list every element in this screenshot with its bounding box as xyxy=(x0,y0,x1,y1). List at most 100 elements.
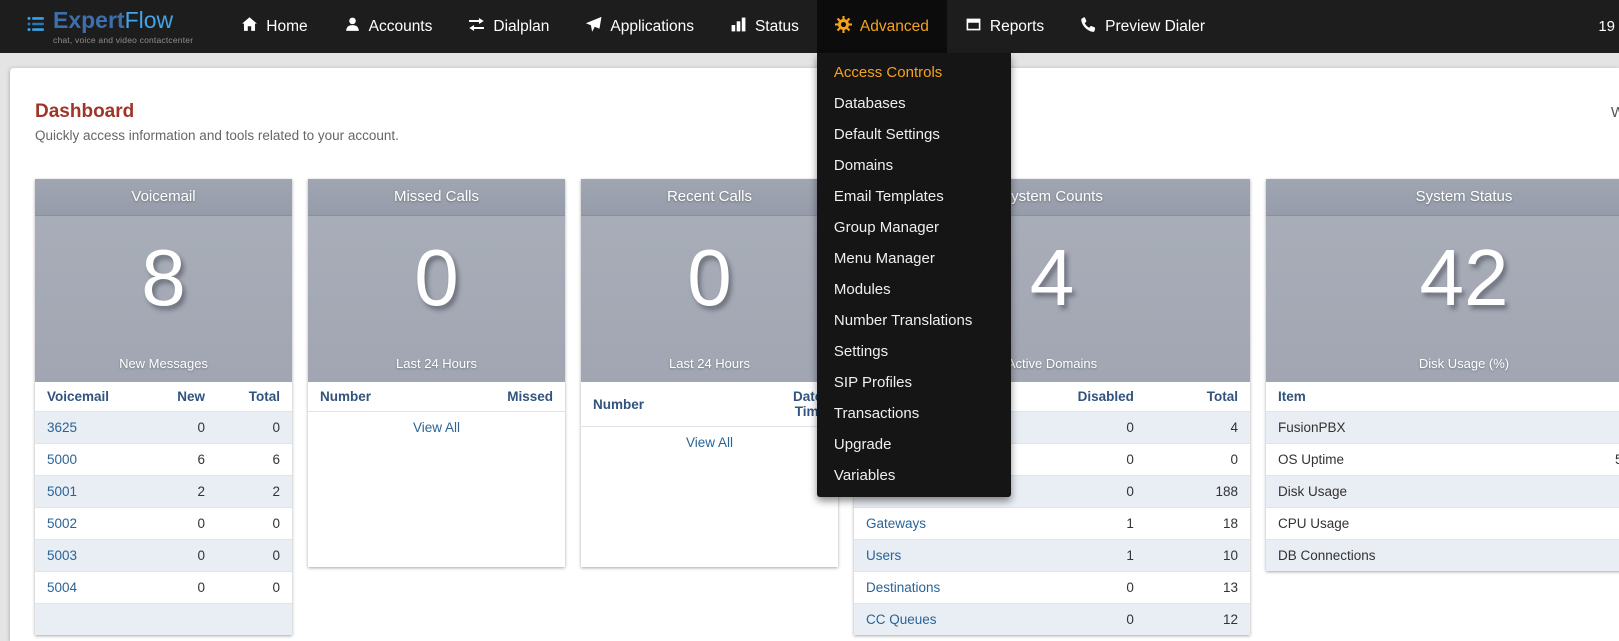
metric-value: 8 xyxy=(35,216,292,318)
table-cell: 0 xyxy=(217,508,292,540)
nav-reports[interactable]: Reports xyxy=(947,0,1062,53)
nav-home[interactable]: Home xyxy=(223,0,325,53)
dropdown-item-databases[interactable]: Databases xyxy=(817,88,1011,119)
table-row: FusionPBX xyxy=(1266,412,1619,444)
column-header: Number xyxy=(308,382,454,412)
dropdown-item-email-templates[interactable]: Email Templates xyxy=(817,181,1011,212)
metric-hero: 0 Last 24 Hours xyxy=(308,216,565,382)
card-system-status: System Status 42 Disk Usage (%) ItemFusi… xyxy=(1266,179,1619,571)
table-header-row: NumberDate/ Time xyxy=(581,382,838,427)
table-row: 500122 xyxy=(35,476,292,508)
card-recent-calls: Recent Calls 0 Last 24 Hours NumberDate/… xyxy=(581,179,838,567)
user-icon xyxy=(344,16,361,38)
card-title: Recent Calls xyxy=(581,179,838,216)
dropdown-item-default-settings[interactable]: Default Settings xyxy=(817,119,1011,150)
table-cell: 0 xyxy=(217,572,292,604)
metric-value: 42 xyxy=(1266,216,1619,318)
table-row: CPU Usage xyxy=(1266,508,1619,540)
table-cell: View All xyxy=(308,412,565,444)
metric-caption: Last 24 Hours xyxy=(581,356,838,371)
table-cell: 0 xyxy=(217,412,292,444)
nav-status[interactable]: Status xyxy=(712,0,817,53)
view-all-link[interactable]: View All xyxy=(413,420,460,435)
nav-label: Preview Dialer xyxy=(1105,18,1205,36)
table-link-3625[interactable]: 3625 xyxy=(47,420,77,435)
table-cell: 10 xyxy=(1146,540,1250,572)
dropdown-item-menu-manager[interactable]: Menu Manager xyxy=(817,243,1011,274)
nav-advanced[interactable]: Advanced Access ControlsDatabasesDefault… xyxy=(817,0,947,53)
table-cell xyxy=(1603,540,1619,572)
table-cell xyxy=(217,604,292,636)
dropdown-item-domains[interactable]: Domains xyxy=(817,150,1011,181)
table-header-row: VoicemailNewTotal xyxy=(35,382,292,412)
nav-label: Accounts xyxy=(369,18,433,36)
column-header: Missed xyxy=(454,382,565,412)
recent-calls-table: NumberDate/ Time View All xyxy=(581,382,838,458)
dropdown-item-variables[interactable]: Variables xyxy=(817,460,1011,491)
table-link-5002[interactable]: 5002 xyxy=(47,516,77,531)
table-link-5000[interactable]: 5000 xyxy=(47,452,77,467)
paper-plane-icon xyxy=(585,16,602,38)
table-cell: 0 xyxy=(217,540,292,572)
table-row: Destinations013 xyxy=(854,572,1250,604)
table-link-5004[interactable]: 5004 xyxy=(47,580,77,595)
view-all-row: View All xyxy=(581,427,838,459)
view-all-link[interactable]: View All xyxy=(686,435,733,450)
dropdown-item-upgrade[interactable]: Upgrade xyxy=(817,429,1011,460)
metric-caption: Last 24 Hours xyxy=(308,356,565,371)
nav-accounts[interactable]: Accounts xyxy=(326,0,451,53)
table-cell: 3625 xyxy=(35,412,146,444)
nav-label: Status xyxy=(755,18,799,36)
table-link-users[interactable]: Users xyxy=(866,548,901,563)
metric-hero: 0 Last 24 Hours xyxy=(581,216,838,382)
nav-label: Applications xyxy=(610,18,694,36)
card-missed-calls: Missed Calls 0 Last 24 Hours NumberMisse… xyxy=(308,179,565,567)
metric-value: 0 xyxy=(308,216,565,318)
brand-logo[interactable]: ExpertFlow chat, voice and video contact… xyxy=(0,0,193,53)
dropdown-item-access-controls[interactable]: Access Controls xyxy=(817,57,1011,88)
column-header: Number xyxy=(581,382,755,427)
card-title: System Status xyxy=(1266,179,1619,216)
report-window-icon xyxy=(965,16,982,38)
dropdown-item-sip-profiles[interactable]: SIP Profiles xyxy=(817,367,1011,398)
table-cell: 0 xyxy=(1032,412,1146,444)
column-header: Voicemail xyxy=(35,382,146,412)
dropdown-item-modules[interactable]: Modules xyxy=(817,274,1011,305)
table-cell: 0 xyxy=(146,412,217,444)
nav-dialplan[interactable]: Dialplan xyxy=(450,0,567,53)
column-header: New xyxy=(146,382,217,412)
table-cell xyxy=(35,604,146,636)
column-header: Total xyxy=(1146,382,1250,412)
advanced-dropdown-menu: Access ControlsDatabasesDefault Settings… xyxy=(817,53,1011,497)
table-cell xyxy=(146,604,217,636)
table-cell: 0 xyxy=(146,540,217,572)
nav-applications[interactable]: Applications xyxy=(567,0,712,53)
brand-list-icon xyxy=(27,15,45,38)
dropdown-item-group-manager[interactable]: Group Manager xyxy=(817,212,1011,243)
table-link-5001[interactable]: 5001 xyxy=(47,484,77,499)
table-cell: 0 xyxy=(146,508,217,540)
dropdown-item-settings[interactable]: Settings xyxy=(817,336,1011,367)
table-link-gateways[interactable]: Gateways xyxy=(866,516,926,531)
nav-preview-dialer[interactable]: Preview Dialer xyxy=(1062,0,1223,53)
dropdown-item-transactions[interactable]: Transactions xyxy=(817,398,1011,429)
table-cell: 4 xyxy=(1146,412,1250,444)
view-all-row: View All xyxy=(308,412,565,444)
table-link-cc-queues[interactable]: CC Queues xyxy=(866,612,937,627)
table-cell: 13 xyxy=(1146,572,1250,604)
table-link-destinations[interactable]: Destinations xyxy=(866,580,940,595)
table-cell: 2 xyxy=(146,476,217,508)
table-cell: 1 xyxy=(1032,540,1146,572)
table-cell: View All xyxy=(581,427,838,459)
metric-hero: 42 Disk Usage (%) xyxy=(1266,216,1619,382)
table-cell: 0 xyxy=(1032,444,1146,476)
table-cell xyxy=(1603,476,1619,508)
table-row: Gateways118 xyxy=(854,508,1250,540)
table-link-5003[interactable]: 5003 xyxy=(47,548,77,563)
navbar-right-fragment: 19 xyxy=(1598,0,1615,53)
nav-label: Reports xyxy=(990,18,1044,36)
dropdown-item-number-translations[interactable]: Number Translations xyxy=(817,305,1011,336)
table-row: 3625 00 xyxy=(35,412,292,444)
nav-label: Home xyxy=(266,18,307,36)
table-cell: 188 xyxy=(1146,476,1250,508)
